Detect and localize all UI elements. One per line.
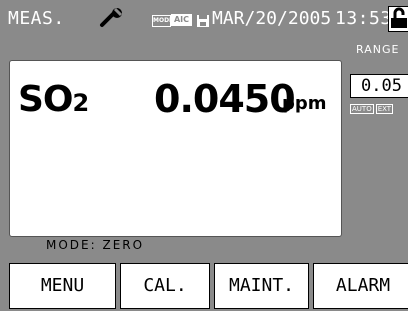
range-mode-indicators: AUTO EXT [350,104,395,114]
menu-button[interactable]: MENU [9,263,116,309]
range-box[interactable]: 0.05 [350,74,408,98]
maint-button[interactable]: MAINT. [214,263,309,309]
aic-badge: AIC [171,14,192,26]
date: MAR/20/2005 [212,8,332,29]
gas-sub: 2 [72,89,90,117]
range-label: RANGE [356,43,400,56]
gas-name: SO2 [18,79,90,120]
gas-main: SO [18,79,74,120]
mode-label: MEAS. [8,8,65,29]
auto-indicator: AUTO [350,104,374,114]
ext-indicator: EXT [375,104,394,114]
function-button-bar: MENU CAL. MAINT. ALARM [0,258,408,311]
cal-button[interactable]: CAL. [120,263,210,309]
concentration-value: 0.0450 [154,77,296,121]
status-bar: MEAS. MODE AIC MAR/20/2005 13:53 [0,0,408,36]
mode-badge: MODE [152,15,173,27]
alarm-button[interactable]: ALARM [313,263,408,309]
mode-line: MODE: ZERO [46,238,145,252]
range-value: 0.05 [361,76,402,96]
wrench-icon [96,7,128,33]
concentration-unit: ppm [282,93,327,114]
lock-icon[interactable] [388,6,408,32]
time: 13:53 [335,8,392,29]
disk-icon [196,13,210,32]
measurement-panel: SO2 0.0450 ppm [9,60,342,237]
